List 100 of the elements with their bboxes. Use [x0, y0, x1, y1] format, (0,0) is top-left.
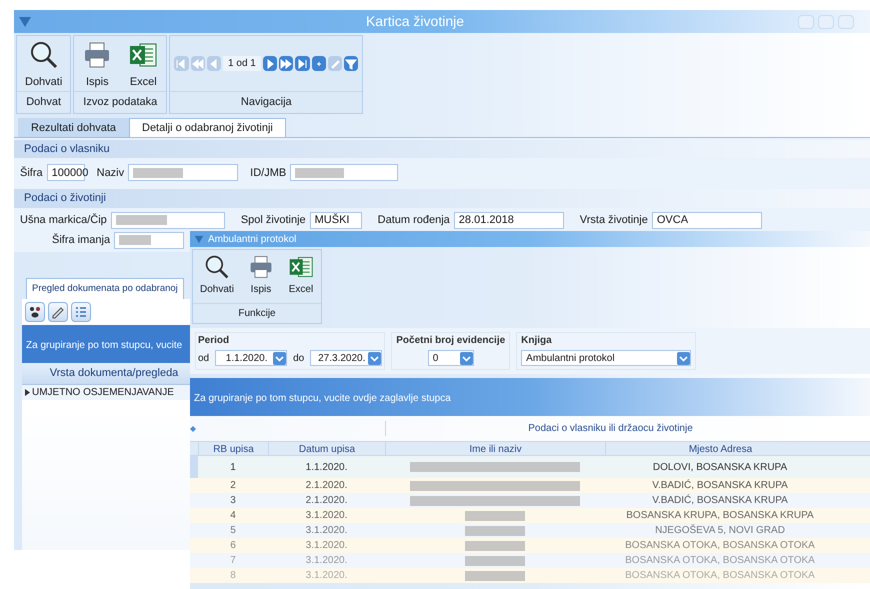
- field-value: 1.1.2020.: [224, 352, 268, 366]
- text-field[interactable]: MUŠKI: [310, 212, 362, 229]
- text-field[interactable]: [290, 164, 398, 182]
- ribbon-button[interactable]: Ispis: [78, 40, 116, 91]
- table-cell-text: 3.1.2020.: [304, 524, 348, 538]
- tab[interactable]: Pregled dokumenata po odabranoj: [26, 278, 184, 299]
- search-icon: [28, 40, 59, 70]
- text-field[interactable]: [110, 212, 225, 229]
- table-cell-text: BOSANSKA OTOKA, BOSANSKA OTOKA: [624, 539, 816, 553]
- field-label: Vrsta životinje: [580, 213, 648, 228]
- group-label: Navigacija: [170, 91, 362, 113]
- chevron-down-icon: [368, 352, 382, 364]
- group-label: Dohvat: [17, 91, 70, 113]
- field-value: 0: [432, 352, 440, 366]
- nav-button[interactable]: [295, 56, 310, 72]
- tab[interactable]: Rezultati dohvata: [18, 118, 129, 137]
- dropdown-field[interactable]: Ambulantni protokol: [521, 350, 692, 366]
- blurred-text: [465, 556, 525, 566]
- chevron-down-icon: [460, 352, 473, 364]
- table-cell-text: BOSANSKA KRUPA, BOSANSKA KRUPA: [625, 509, 815, 523]
- nav-button[interactable]: [262, 56, 278, 72]
- table-cell-text: BOSANSKA OTOKA, BOSANSKA OTOKA: [624, 569, 816, 583]
- record-position: 1 od 1: [223, 56, 261, 72]
- table-row[interactable]: 5 3.1.2020. NJEGOŠEVA 5, NOVI GRAD: [190, 523, 870, 538]
- ribbon-button[interactable]: Ispis: [248, 254, 274, 297]
- text-field[interactable]: OVCA: [652, 212, 762, 229]
- chevron-down-icon: [273, 352, 286, 364]
- paw-icon: [28, 305, 42, 319]
- next-page-icon: [279, 56, 294, 71]
- ribbon-button[interactable]: Excel: [124, 40, 162, 91]
- group-hint: Za grupiranje po tom stupcu, vucite ovdje zaglavlje stupca: [194, 393, 451, 404]
- nav-button[interactable]: [312, 56, 326, 72]
- field-value: 27.3.2020.: [317, 352, 366, 366]
- ribbon-button[interactable]: Dohvati: [21, 40, 66, 91]
- table-cell-text: V.BADIĆ, BOSANSKA KRUPA: [651, 478, 789, 493]
- blurred-text: [465, 510, 525, 520]
- table-cell-text: 3.1.2020.: [304, 539, 348, 553]
- table-cell-text: UMJETNO OSJEMENJAVANJE: [32, 386, 174, 400]
- table-row[interactable]: 1 1.1.2020. DOLOVI, BOSANSKA KRUPA: [190, 456, 870, 478]
- table-row[interactable]: UMJETNO OSJEMENJAVANJE: [22, 385, 192, 400]
- table-cell-text: 1: [229, 460, 237, 474]
- field-label: do: [293, 352, 304, 366]
- list-icon: [74, 305, 88, 319]
- filter-icon: [344, 56, 358, 71]
- nav-button[interactable]: [279, 56, 294, 72]
- field-label: Spol životinje: [240, 213, 306, 228]
- table-row[interactable]: 2 2.1.2020. V.BADIĆ, BOSANSKA KRUPA: [190, 478, 870, 493]
- table-cell-text: 2: [229, 479, 237, 493]
- ribbon-button[interactable]: Excel: [288, 254, 314, 297]
- text-field[interactable]: [114, 232, 184, 249]
- table-row[interactable]: 3 2.1.2020. V.BADIĆ, BOSANSKA KRUPA: [190, 493, 870, 508]
- toolbar-button[interactable]: [25, 302, 45, 322]
- tab[interactable]: Detalji o odabranoj životinji: [129, 118, 286, 137]
- table-cell-text: 7: [229, 554, 237, 568]
- table-row[interactable]: 4 3.1.2020. BOSANSKA KRUPA, BOSANSKA KRUPA: [190, 508, 870, 523]
- table-cell-text: V.BADIĆ, BOSANSKA KRUPA: [651, 493, 789, 508]
- blurred-text: [116, 215, 168, 226]
- blurred-text: [465, 540, 525, 550]
- group-label: Izvoz podataka: [74, 91, 166, 113]
- text-field[interactable]: [128, 164, 238, 182]
- field-label: Ušna markica/Čip: [20, 212, 107, 228]
- band-header: Podaci o vlasniku ili držaocu životinje: [385, 421, 835, 436]
- table-cell-text: 3.1.2020.: [304, 554, 348, 568]
- field-value: Ambulantni protokol: [526, 352, 616, 366]
- blurred-text: [465, 570, 525, 580]
- dropdown-field[interactable]: 27.3.2020.: [310, 350, 382, 366]
- table-cell-text: 1.1.2020.: [304, 460, 348, 474]
- table-cell-text: 5: [229, 524, 237, 538]
- logo-icon: [18, 16, 32, 28]
- field-label: ID/JMB: [250, 166, 286, 180]
- table-cell-text: 8: [229, 569, 237, 583]
- field-label: Knjiga: [521, 334, 553, 348]
- pen-icon: [51, 305, 65, 319]
- group-label: Funkcije: [193, 303, 321, 323]
- blurred-text: [295, 168, 344, 178]
- table-cell-text: DOLOVI, BOSANSKA KRUPA: [652, 460, 788, 474]
- column-header[interactable]: Vrsta dokumenta/pregleda: [22, 363, 192, 385]
- dropdown-field[interactable]: 1.1.2020.: [215, 350, 288, 366]
- toolbar-button[interactable]: [48, 302, 68, 322]
- group-hint: Za grupiranje po tom stupcu, vucite: [26, 340, 182, 351]
- nav-button[interactable]: [344, 56, 358, 72]
- text-field[interactable]: 28.01.2018: [454, 212, 564, 229]
- row-indicator-icon: [190, 426, 196, 432]
- field-label: Datum rođenja: [378, 213, 450, 228]
- table-cell-text: NJEGOŠEVA 5, NOVI GRAD: [654, 523, 786, 538]
- window-title: Ambulantni protokol: [208, 232, 296, 246]
- table-cell-text: 2.1.2020.: [304, 479, 348, 493]
- blurred-text: [119, 235, 151, 246]
- section-header: Podaci o životinji: [14, 189, 870, 208]
- row-pointer-icon: [24, 389, 30, 396]
- field-label: od: [198, 352, 210, 366]
- ribbon-button[interactable]: Dohvati: [200, 254, 234, 297]
- table-cell-text: BOSANSKA OTOKA, BOSANSKA OTOKA: [624, 554, 816, 568]
- table-cell-text: 4: [229, 509, 237, 523]
- field-label: Naziv: [96, 166, 124, 180]
- dropdown-field[interactable]: 0: [428, 350, 474, 366]
- chevron-down-icon: [677, 352, 690, 364]
- blurred-text: [133, 168, 183, 178]
- prev-page-icon: [190, 56, 205, 71]
- printer-icon: [248, 254, 274, 280]
